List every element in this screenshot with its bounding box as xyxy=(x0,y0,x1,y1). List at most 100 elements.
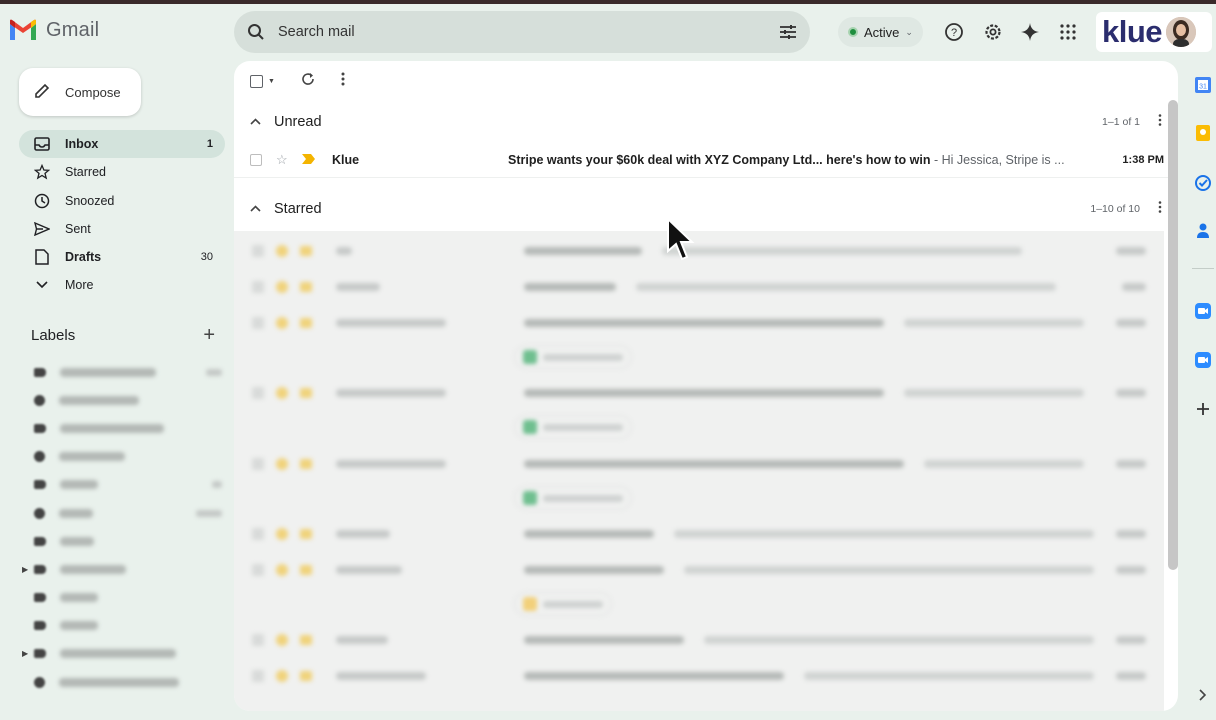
keep-icon[interactable] xyxy=(1194,124,1212,142)
table-row[interactable]: ☆ Klue Stripe wants your $60k deal with … xyxy=(234,143,1178,178)
table-row[interactable] xyxy=(234,552,1164,588)
zoom-app-icon[interactable] xyxy=(1194,302,1212,320)
svg-text:?: ? xyxy=(951,27,957,39)
importance-marker-icon[interactable] xyxy=(302,153,316,167)
label-item[interactable] xyxy=(22,527,222,555)
label-item[interactable] xyxy=(22,443,222,471)
blurred-label-text xyxy=(60,536,94,546)
gmail-m-icon xyxy=(8,18,38,42)
svg-text:31: 31 xyxy=(1199,84,1207,91)
sidebar-item-inbox[interactable]: Inbox 1 xyxy=(19,130,225,158)
status-selector[interactable]: Active ⌄ xyxy=(838,17,923,47)
label-item[interactable]: ▶ xyxy=(22,555,222,583)
email-sender: Klue xyxy=(332,153,360,167)
expand-arrow-icon[interactable]: ▶ xyxy=(22,649,28,658)
label-list: ▶ ▶ xyxy=(22,358,222,696)
table-row[interactable] xyxy=(234,375,1164,411)
sidebar-item-snoozed[interactable]: Snoozed xyxy=(19,187,225,215)
email-subject: Stripe wants your $60k deal with XYZ Com… xyxy=(508,153,931,167)
blurred-label-text xyxy=(60,593,98,603)
sidebar-item-sent[interactable]: Sent xyxy=(19,215,225,243)
attachment-chip[interactable] xyxy=(514,415,632,439)
table-row[interactable] xyxy=(234,622,1164,658)
blurred-label-text xyxy=(60,621,98,631)
chevron-right-icon[interactable] xyxy=(1194,686,1212,704)
collapse-caret-icon[interactable] xyxy=(250,204,274,215)
expand-arrow-icon[interactable]: ▶ xyxy=(22,565,28,574)
table-row[interactable] xyxy=(234,658,1164,694)
section-more-icon[interactable] xyxy=(1158,201,1162,217)
label-item[interactable] xyxy=(22,612,222,640)
gmail-logo[interactable]: Gmail xyxy=(8,18,99,42)
section-range: 1–10 of 10 xyxy=(1090,203,1140,215)
section-title: Unread xyxy=(274,114,322,130)
table-row[interactable] xyxy=(234,269,1164,305)
search-icon[interactable] xyxy=(234,23,278,41)
sidebar-item-label: Starred xyxy=(65,165,106,180)
sidebar-item-label: Snoozed xyxy=(65,193,115,208)
attachment-chip[interactable] xyxy=(514,486,632,510)
label-tag-icon xyxy=(34,394,45,406)
label-item[interactable] xyxy=(22,386,222,414)
star-icon[interactable]: ☆ xyxy=(276,152,292,168)
zoom-app-icon[interactable] xyxy=(1194,351,1212,369)
blurred-label-text xyxy=(60,367,156,377)
label-item[interactable] xyxy=(22,584,222,612)
help-icon[interactable]: ? xyxy=(942,20,966,44)
add-addon-icon[interactable] xyxy=(1194,400,1212,418)
contacts-icon[interactable] xyxy=(1194,222,1212,240)
attachment-chip[interactable] xyxy=(514,592,612,616)
label-item[interactable] xyxy=(22,499,222,527)
search-bar[interactable]: Search mail xyxy=(234,11,810,53)
search-input[interactable]: Search mail xyxy=(278,24,766,40)
section-more-icon[interactable] xyxy=(1158,114,1162,130)
sidebar-item-more[interactable]: More xyxy=(19,271,225,299)
sidebar-item-starred[interactable]: Starred xyxy=(19,158,225,186)
mouse-cursor-icon xyxy=(666,216,696,265)
refresh-icon[interactable] xyxy=(301,72,315,91)
sidebar-item-drafts[interactable]: Drafts 30 xyxy=(19,243,225,271)
sidebar-item-label: Inbox xyxy=(65,137,99,151)
more-options-icon[interactable] xyxy=(341,72,345,91)
blurred-label-text xyxy=(59,677,179,687)
compose-button[interactable]: Compose xyxy=(19,68,141,116)
scrollbar[interactable] xyxy=(1168,100,1178,570)
table-row[interactable] xyxy=(234,516,1164,552)
blurred-label-text xyxy=(60,423,164,433)
search-options-icon[interactable] xyxy=(766,24,810,40)
collapse-caret-icon[interactable] xyxy=(250,117,274,128)
section-title: Starred xyxy=(274,201,322,217)
compose-label: Compose xyxy=(65,84,121,100)
checkbox-icon xyxy=(250,74,263,88)
labels-header: Labels + xyxy=(31,324,215,347)
section-unread[interactable]: Unread 1–1 of 1 xyxy=(234,101,1178,143)
apps-grid-icon[interactable] xyxy=(1056,20,1080,44)
section-range: 1–1 of 1 xyxy=(1102,116,1140,128)
settings-gear-icon[interactable] xyxy=(981,20,1005,44)
tasks-icon[interactable] xyxy=(1194,174,1212,192)
email-snippet: - Hi Jessica, Stripe is ... xyxy=(930,153,1065,167)
sidebar-item-label: Drafts xyxy=(65,250,102,265)
table-row[interactable] xyxy=(234,446,1164,482)
select-all-checkbox[interactable]: ▼ xyxy=(250,74,275,88)
avatar[interactable] xyxy=(1166,17,1197,47)
label-item[interactable]: ▶ xyxy=(22,640,222,668)
star-icon xyxy=(33,163,51,181)
chevron-down-icon xyxy=(33,276,51,294)
row-checkbox[interactable] xyxy=(250,154,262,166)
add-label-icon[interactable]: + xyxy=(203,324,215,347)
label-item[interactable] xyxy=(22,471,222,499)
table-row[interactable] xyxy=(234,233,1164,269)
calendar-icon[interactable]: 31 xyxy=(1194,76,1212,94)
label-tag-icon xyxy=(34,649,46,659)
label-item[interactable] xyxy=(22,358,222,386)
label-item[interactable] xyxy=(22,668,222,696)
table-row[interactable] xyxy=(234,305,1164,341)
label-item[interactable] xyxy=(22,414,222,442)
attachment-chip[interactable] xyxy=(514,345,632,369)
blurred-count xyxy=(206,368,222,376)
section-starred[interactable]: Starred 1–10 of 10 xyxy=(234,188,1178,230)
gemini-sparkle-icon[interactable] xyxy=(1018,20,1042,44)
account-box[interactable]: klue xyxy=(1096,12,1212,52)
sidebar-item-label: More xyxy=(65,278,94,293)
